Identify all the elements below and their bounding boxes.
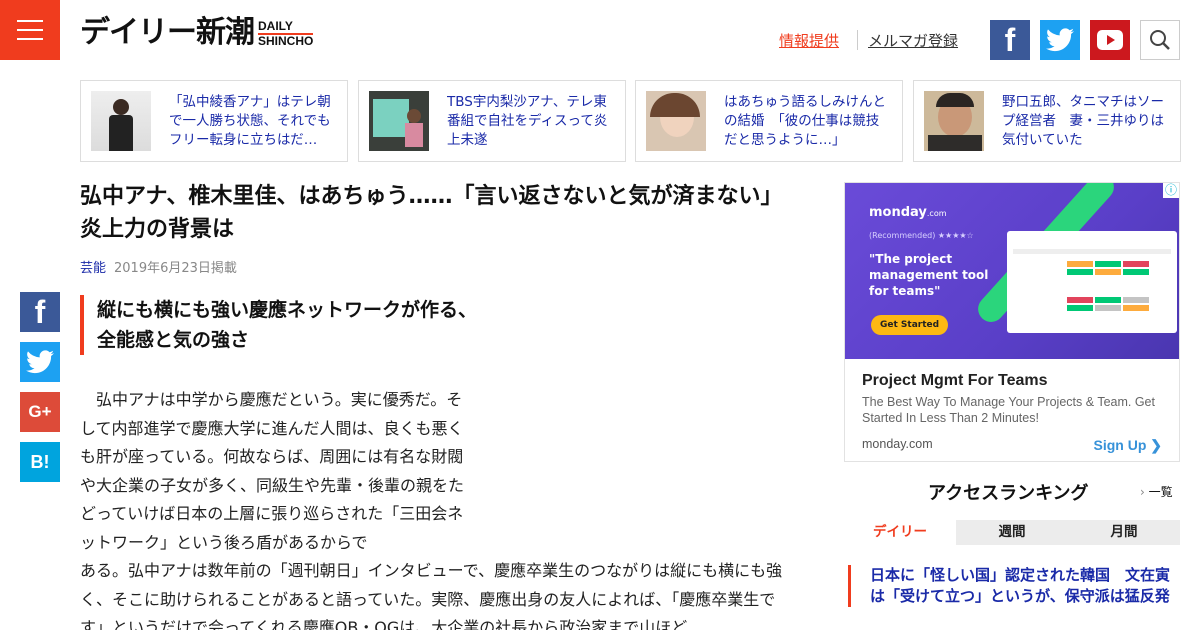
share-twitter-button[interactable] <box>20 342 60 382</box>
ad-brand-logo: monday.com <box>869 205 947 220</box>
article-subheading: 縦にも横にも強い慶應ネットワークが作る、全能感と気の強さ <box>80 295 490 355</box>
publish-date: 2019年6月23日掲載 <box>114 261 237 276</box>
newsletter-link[interactable]: メルマガ登録 <box>868 30 958 51</box>
menu-button[interactable] <box>0 0 60 60</box>
ad-title: Project Mgmt For Teams <box>862 372 1048 389</box>
related-card[interactable]: 野口五郎、タニマチはソープ経営者 妻・三井ゆりは気付いていた <box>913 80 1181 162</box>
ranking-more-link[interactable]: › 一覧 <box>1140 483 1173 500</box>
ad-sign-up-link[interactable]: Sign Up ❯ <box>1093 437 1162 454</box>
related-title: 「弘中綾香アナ」はテレ朝で一人勝ち状態、それでもフリー転身に立ちはだ… <box>169 93 331 148</box>
menu-icon <box>17 20 43 22</box>
related-thumbnail <box>924 91 984 151</box>
header-facebook-button[interactable]: f <box>990 20 1030 60</box>
related-thumbnail <box>646 91 706 151</box>
related-title: TBS宇内梨沙アナ、テレ東番組で自社をディスって炎上未遂 <box>447 93 608 148</box>
info-submit-link[interactable]: 情報提供 <box>779 30 839 51</box>
site-logo[interactable]: デイリー新潮 DAILY SHINCHO <box>80 15 314 50</box>
related-card[interactable]: TBS宇内梨沙アナ、テレ東番組で自社をディスって炎上未遂 <box>358 80 626 162</box>
facebook-icon: f <box>1004 21 1016 58</box>
ad-choices-icon[interactable]: ⓘ <box>1163 183 1179 198</box>
ad-domain: monday.com <box>862 437 933 451</box>
logo-text-jp: デイリー新潮 <box>80 15 255 50</box>
search-button[interactable] <box>1140 20 1180 60</box>
tab-weekly[interactable]: 週間 <box>956 520 1068 545</box>
related-title: はあちゅう語るしみけんとの結婚 「彼の仕事は競技だと思うように…」 <box>724 93 886 148</box>
ad-app-screenshot <box>1007 231 1177 333</box>
related-title: 野口五郎、タニマチはソープ経営者 妻・三井ゆりは気付いていた <box>1002 93 1164 148</box>
google-plus-icon: G+ <box>28 402 52 421</box>
ranking-heading: アクセスランキング <box>928 483 1089 504</box>
share-hatena-button[interactable]: B! <box>20 442 60 482</box>
ad-get-started-button[interactable]: Get Started <box>871 315 949 335</box>
header-twitter-button[interactable] <box>1040 20 1080 60</box>
article-body: 弘中アナは中学から慶應だという。実に優秀だ。そして内部進学で慶應大学に進んだ人間… <box>80 386 790 630</box>
search-icon <box>1150 30 1170 50</box>
related-card[interactable]: 「弘中綾香アナ」はテレ朝で一人勝ち状態、それでもフリー転身に立ちはだ… <box>80 80 348 162</box>
header-youtube-button[interactable] <box>1090 20 1130 60</box>
related-thumbnail <box>91 91 151 151</box>
body-paragraph: 弘中アナは中学から慶應だという。実に優秀だ。そして内部進学で慶應大学に進んだ人間… <box>80 390 465 552</box>
ad-description: The Best Way To Manage Your Projects & T… <box>862 395 1155 425</box>
related-thumbnail <box>369 91 429 151</box>
youtube-icon <box>1097 30 1123 50</box>
tab-monthly[interactable]: 月間 <box>1068 520 1180 545</box>
related-card[interactable]: はあちゅう語るしみけんとの結婚 「彼の仕事は競技だと思うように…」 <box>635 80 903 162</box>
ranking-item[interactable]: 日本に「怪しい国」認定された韓国 文在寅は「受けて立つ」というが、保守派は猛反発 <box>848 565 1178 607</box>
twitter-icon <box>26 350 54 374</box>
share-google-plus-button[interactable]: G+ <box>20 392 60 432</box>
ad-banner-image: monday.com (Recommended) ★★★★☆ "The proj… <box>845 183 1179 359</box>
header-divider <box>857 30 858 50</box>
facebook-icon: f <box>34 293 46 330</box>
ad-headline: "The project management tool for teams" <box>869 252 989 298</box>
chevron-right-icon: › <box>1140 485 1145 499</box>
tab-daily[interactable]: デイリー <box>844 520 956 545</box>
hatena-bookmark-icon: B! <box>30 451 50 472</box>
share-facebook-button[interactable]: f <box>20 292 60 332</box>
article-meta: 芸能 2019年6月23日掲載 <box>80 257 237 276</box>
category-link[interactable]: 芸能 <box>80 261 106 276</box>
ad-rating: (Recommended) ★★★★☆ <box>869 231 974 240</box>
ranking-tabs: デイリー 週間 月間 <box>844 520 1180 545</box>
logo-text-en: DAILY SHINCHO <box>258 19 314 48</box>
sidebar-ad[interactable]: monday.com (Recommended) ★★★★☆ "The proj… <box>844 182 1180 462</box>
article-title: 弘中アナ、椎木里佳、はあちゅう……「言い返さないと気が済まない」炎上力の背景は <box>80 184 783 242</box>
twitter-icon <box>1046 28 1074 52</box>
body-paragraph: ある。弘中アナは数年前の「週刊朝日」インタビューで、慶應卒業生のつながりは縦にも… <box>80 561 783 630</box>
